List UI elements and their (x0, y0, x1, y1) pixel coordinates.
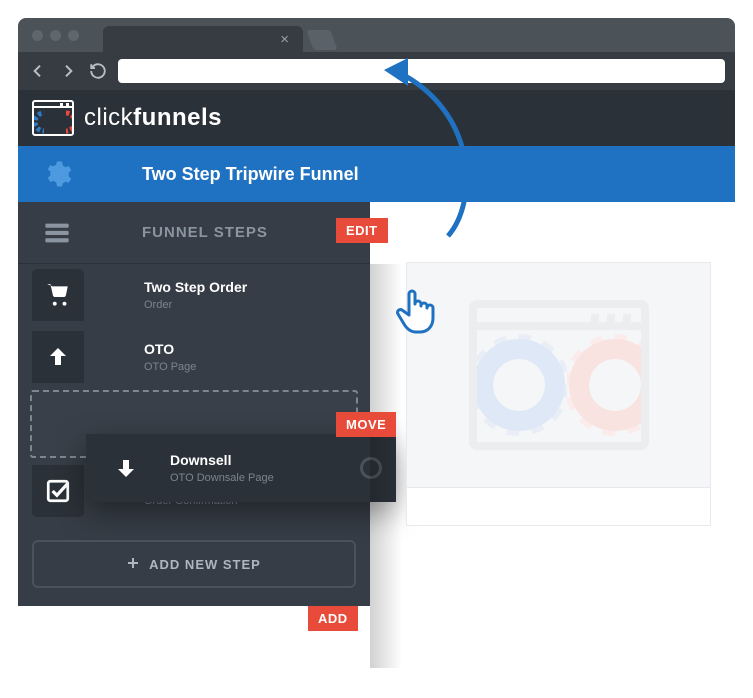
preview-canvas (370, 202, 735, 550)
window-zoom-dot[interactable] (68, 30, 79, 41)
arrow-down-icon (100, 442, 152, 494)
step-title: OTO (144, 341, 196, 357)
app-header: clickfunnels (18, 90, 735, 146)
sidebar-heading: FUNNEL STEPS (142, 224, 268, 241)
funnel-steps-sidebar: FUNNEL STEPS Two Step Order Order (18, 202, 370, 606)
step-title: Two Step Order (144, 279, 247, 295)
edit-callout-tag: EDIT (336, 218, 388, 243)
window-controls[interactable] (32, 30, 79, 41)
page-preview-card[interactable] (406, 262, 711, 526)
sidebar-header: FUNNEL STEPS (18, 202, 370, 264)
brand-logo[interactable]: clickfunnels (32, 100, 222, 136)
browser-titlebar: × (18, 18, 735, 52)
add-callout-tag: ADD (308, 606, 358, 631)
browser-window: × (18, 18, 735, 662)
brand-name: clickfunnels (84, 104, 222, 132)
step-subtitle: OTO Downsale Page (170, 472, 274, 484)
tab-close-icon[interactable]: × (280, 31, 289, 48)
brand-logo-icon (32, 100, 74, 136)
plus-icon (127, 557, 139, 572)
reload-button[interactable] (88, 61, 108, 81)
arrow-up-icon (32, 331, 84, 383)
funnel-title: Two Step Tripwire Funnel (142, 164, 359, 185)
checkbox-icon (32, 465, 84, 517)
preview-footer (407, 487, 710, 525)
step-subtitle: OTO Page (144, 361, 196, 373)
gear-icon[interactable] (18, 159, 96, 189)
menu-icon[interactable] (18, 219, 96, 247)
window-close-dot[interactable] (32, 30, 43, 41)
add-new-step-button[interactable]: ADD NEW STEP (32, 540, 356, 588)
add-step-label: ADD NEW STEP (149, 557, 261, 572)
funnel-title-bar: Two Step Tripwire Funnel (18, 146, 735, 202)
step-downsell-dragging[interactable]: Downsell OTO Downsale Page (86, 434, 396, 502)
forward-button[interactable] (58, 61, 78, 81)
step-subtitle: Order (144, 299, 247, 311)
page-thumbnail (407, 263, 710, 487)
cart-icon (32, 269, 84, 321)
browser-toolbar (18, 52, 735, 90)
browser-tab[interactable]: × (103, 26, 303, 52)
content-area: FUNNEL STEPS Two Step Order Order (18, 202, 735, 662)
url-bar[interactable] (118, 59, 725, 83)
step-oto[interactable]: OTO OTO Page (18, 326, 370, 388)
step-two-step-order[interactable]: Two Step Order Order (18, 264, 370, 326)
move-callout-tag: MOVE (336, 412, 396, 437)
window-minimize-dot[interactable] (50, 30, 61, 41)
back-button[interactable] (28, 61, 48, 81)
new-tab-button[interactable] (306, 30, 337, 50)
step-title: Downsell (170, 452, 274, 468)
